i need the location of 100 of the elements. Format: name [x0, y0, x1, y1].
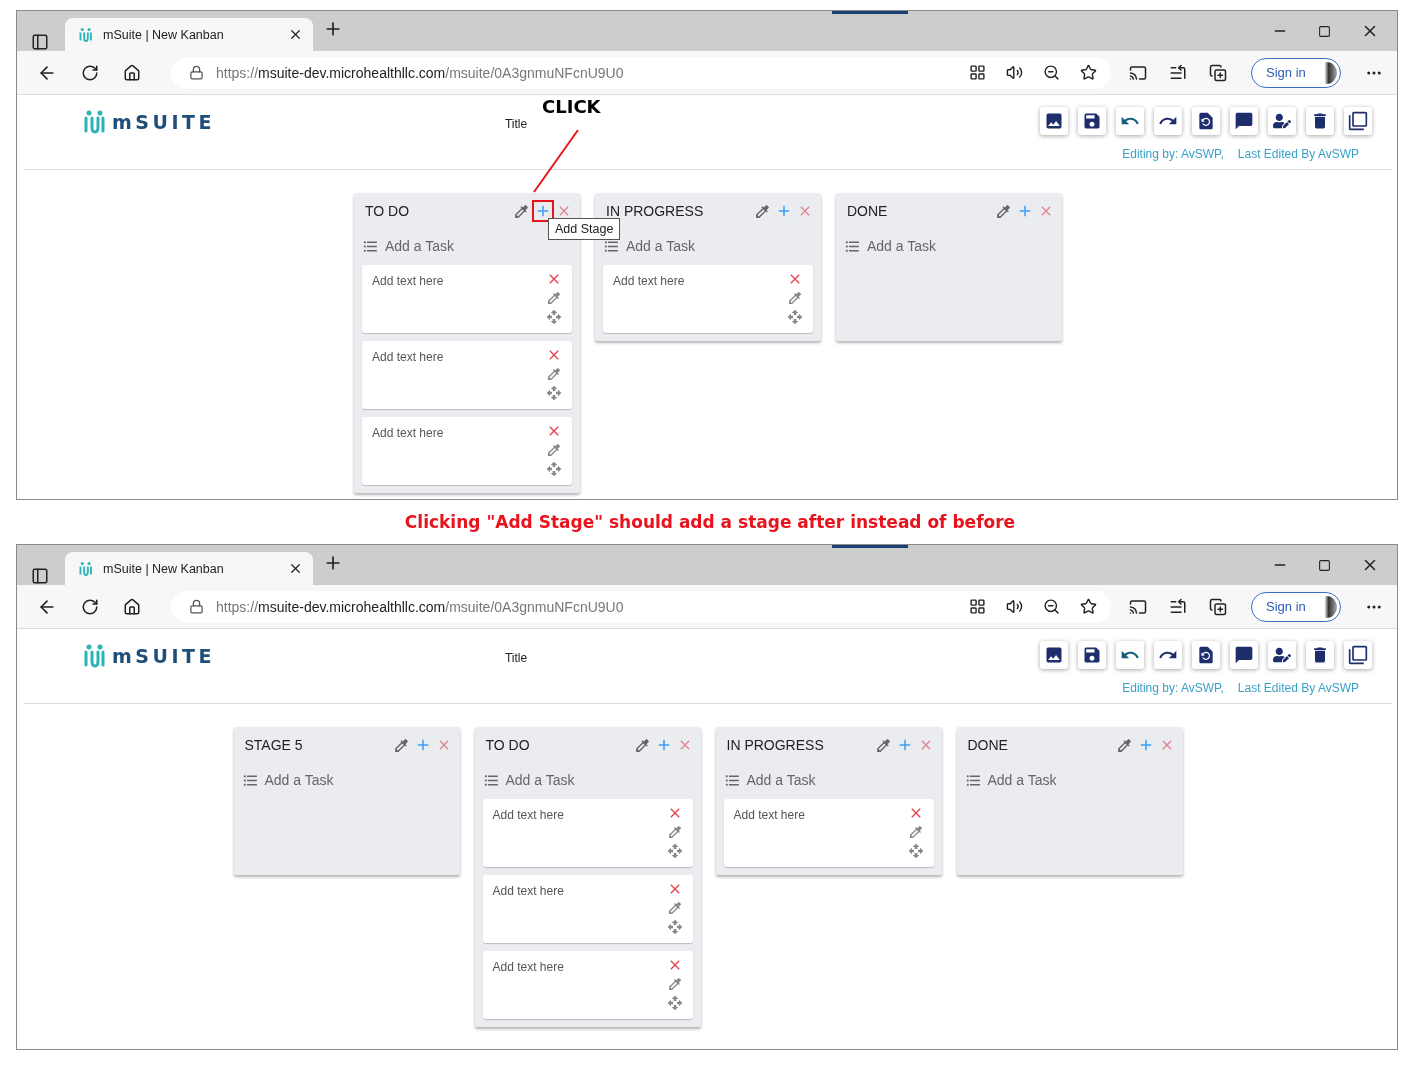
add-task-button[interactable]: Add a Task — [482, 763, 693, 797]
cast-icon[interactable] — [1129, 597, 1147, 616]
address-field[interactable]: https://msuite-dev.microhealthllc.com/msuite/0A3gnmuNFcnU9U0 — [171, 590, 1111, 623]
favorites-icon[interactable] — [1169, 63, 1187, 82]
last-edited-status: Last Edited By AvSWP — [1237, 681, 1359, 697]
browser-tab[interactable]: mSuite | New Kanban — [65, 552, 313, 585]
speaker-icon[interactable] — [1006, 64, 1023, 81]
add-task-button[interactable]: Add a Task — [241, 763, 452, 797]
trash-button[interactable] — [1306, 641, 1334, 669]
save-icon — [1082, 645, 1102, 665]
task-text[interactable]: Add text here — [492, 960, 667, 1013]
star-icon[interactable] — [1080, 598, 1097, 615]
logo-icon — [84, 109, 106, 135]
move-icon[interactable] — [787, 309, 803, 325]
page-refresh-button[interactable] — [1192, 641, 1220, 669]
image-button[interactable] — [1040, 107, 1068, 135]
favorites-icon[interactable] — [1169, 597, 1187, 616]
refresh-icon[interactable] — [81, 597, 99, 616]
editing-status: Editing by: AvSWP, — [1122, 681, 1224, 697]
add-task-button[interactable]: Add a Task — [844, 229, 1054, 263]
tab-panel-icon[interactable] — [31, 33, 49, 51]
task-text[interactable]: Add text here — [613, 274, 787, 327]
zoom-out-icon[interactable] — [1043, 64, 1060, 81]
add-task-button[interactable]: Add a Task — [723, 763, 934, 797]
eyedropper-icon[interactable] — [546, 366, 562, 382]
add-task-button[interactable]: Add a Task — [964, 763, 1175, 797]
eyedropper-icon[interactable] — [546, 442, 562, 458]
page-title: Title — [504, 651, 528, 665]
eyedropper-icon[interactable] — [787, 290, 803, 306]
tab-panel-icon[interactable] — [31, 567, 49, 585]
cast-icon[interactable] — [1129, 63, 1147, 82]
editing-status: Editing by: AvSWP, — [1122, 147, 1224, 163]
page-refresh-button[interactable] — [1192, 107, 1220, 135]
lock-icon — [189, 599, 204, 614]
copy-button[interactable] — [1344, 641, 1372, 669]
page-refresh-icon — [1196, 111, 1216, 131]
sign-in-button[interactable]: Sign in — [1251, 57, 1341, 88]
last-edited-status: Last Edited By AvSWP — [1237, 147, 1359, 163]
eyedropper-icon[interactable] — [1115, 736, 1133, 754]
move-icon[interactable] — [907, 843, 924, 859]
home-icon[interactable] — [123, 63, 141, 82]
copy-button[interactable] — [1344, 107, 1372, 135]
user-edit-button[interactable] — [1268, 107, 1296, 135]
move-icon[interactable] — [666, 843, 683, 859]
collections-icon[interactable] — [1209, 63, 1227, 82]
eyedropper-icon[interactable] — [666, 824, 683, 840]
move-icon[interactable] — [666, 919, 683, 935]
image-button[interactable] — [1040, 641, 1068, 669]
move-icon[interactable] — [546, 385, 562, 401]
eyedropper-icon[interactable] — [633, 736, 651, 754]
task-text[interactable]: Add text here — [372, 274, 546, 327]
collections-icon[interactable] — [1209, 597, 1227, 616]
page-refresh-icon — [1196, 645, 1216, 665]
logo-icon — [84, 643, 106, 669]
redo-button[interactable] — [1154, 107, 1182, 135]
zoom-out-icon[interactable] — [1043, 598, 1060, 615]
move-icon[interactable] — [546, 309, 562, 325]
move-icon[interactable] — [666, 995, 683, 1011]
grid-icon[interactable] — [969, 598, 986, 615]
stage-title: TO DO — [485, 737, 531, 753]
move-icon[interactable] — [546, 461, 562, 477]
star-icon[interactable] — [1080, 64, 1097, 81]
eyedropper-icon[interactable] — [546, 290, 562, 306]
close-icon[interactable] — [288, 561, 303, 576]
chat-icon — [1234, 645, 1254, 665]
annotation-caption: Clicking "Add Stage" should add a stage after instead of before — [403, 511, 1017, 534]
task-text[interactable]: Add text here — [733, 808, 908, 861]
task-text[interactable]: Add text here — [372, 426, 546, 479]
undo-button[interactable] — [1116, 641, 1144, 669]
eyedropper-icon[interactable] — [754, 202, 771, 220]
save-button[interactable] — [1078, 107, 1106, 135]
chat-button[interactable] — [1230, 107, 1258, 135]
task-text[interactable]: Add text here — [492, 884, 667, 937]
logo-text: mSUITE — [112, 111, 215, 133]
close-icon[interactable] — [288, 27, 303, 42]
sign-in-button[interactable]: Sign in — [1251, 591, 1341, 622]
task-text[interactable]: Add text here — [372, 350, 546, 403]
lock-icon — [189, 65, 204, 80]
chat-icon — [1234, 111, 1254, 131]
eyedropper-icon[interactable] — [666, 976, 683, 992]
eyedropper-icon[interactable] — [907, 824, 924, 840]
save-button[interactable] — [1078, 641, 1106, 669]
redo-button[interactable] — [1154, 641, 1182, 669]
task-text[interactable]: Add text here — [492, 808, 667, 861]
eyedropper-icon[interactable] — [666, 900, 683, 916]
browser-tab[interactable]: mSuite | New Kanban — [65, 18, 313, 51]
undo-button[interactable] — [1116, 107, 1144, 135]
speaker-icon[interactable] — [1006, 598, 1023, 615]
refresh-icon[interactable] — [81, 63, 99, 82]
grid-icon[interactable] — [969, 64, 986, 81]
eyedropper-icon[interactable] — [874, 736, 892, 754]
user-edit-button[interactable] — [1268, 641, 1296, 669]
address-field[interactable]: https://msuite-dev.microhealthllc.com/msuite/0A3gnmuNFcnU9U0 — [171, 56, 1111, 89]
stage-title: DONE — [967, 737, 1009, 753]
chat-button[interactable] — [1230, 641, 1258, 669]
eyedropper-icon[interactable] — [513, 202, 530, 220]
home-icon[interactable] — [123, 597, 141, 616]
eyedropper-icon[interactable] — [995, 202, 1012, 220]
eyedropper-icon[interactable] — [392, 736, 410, 754]
trash-button[interactable] — [1306, 107, 1334, 135]
